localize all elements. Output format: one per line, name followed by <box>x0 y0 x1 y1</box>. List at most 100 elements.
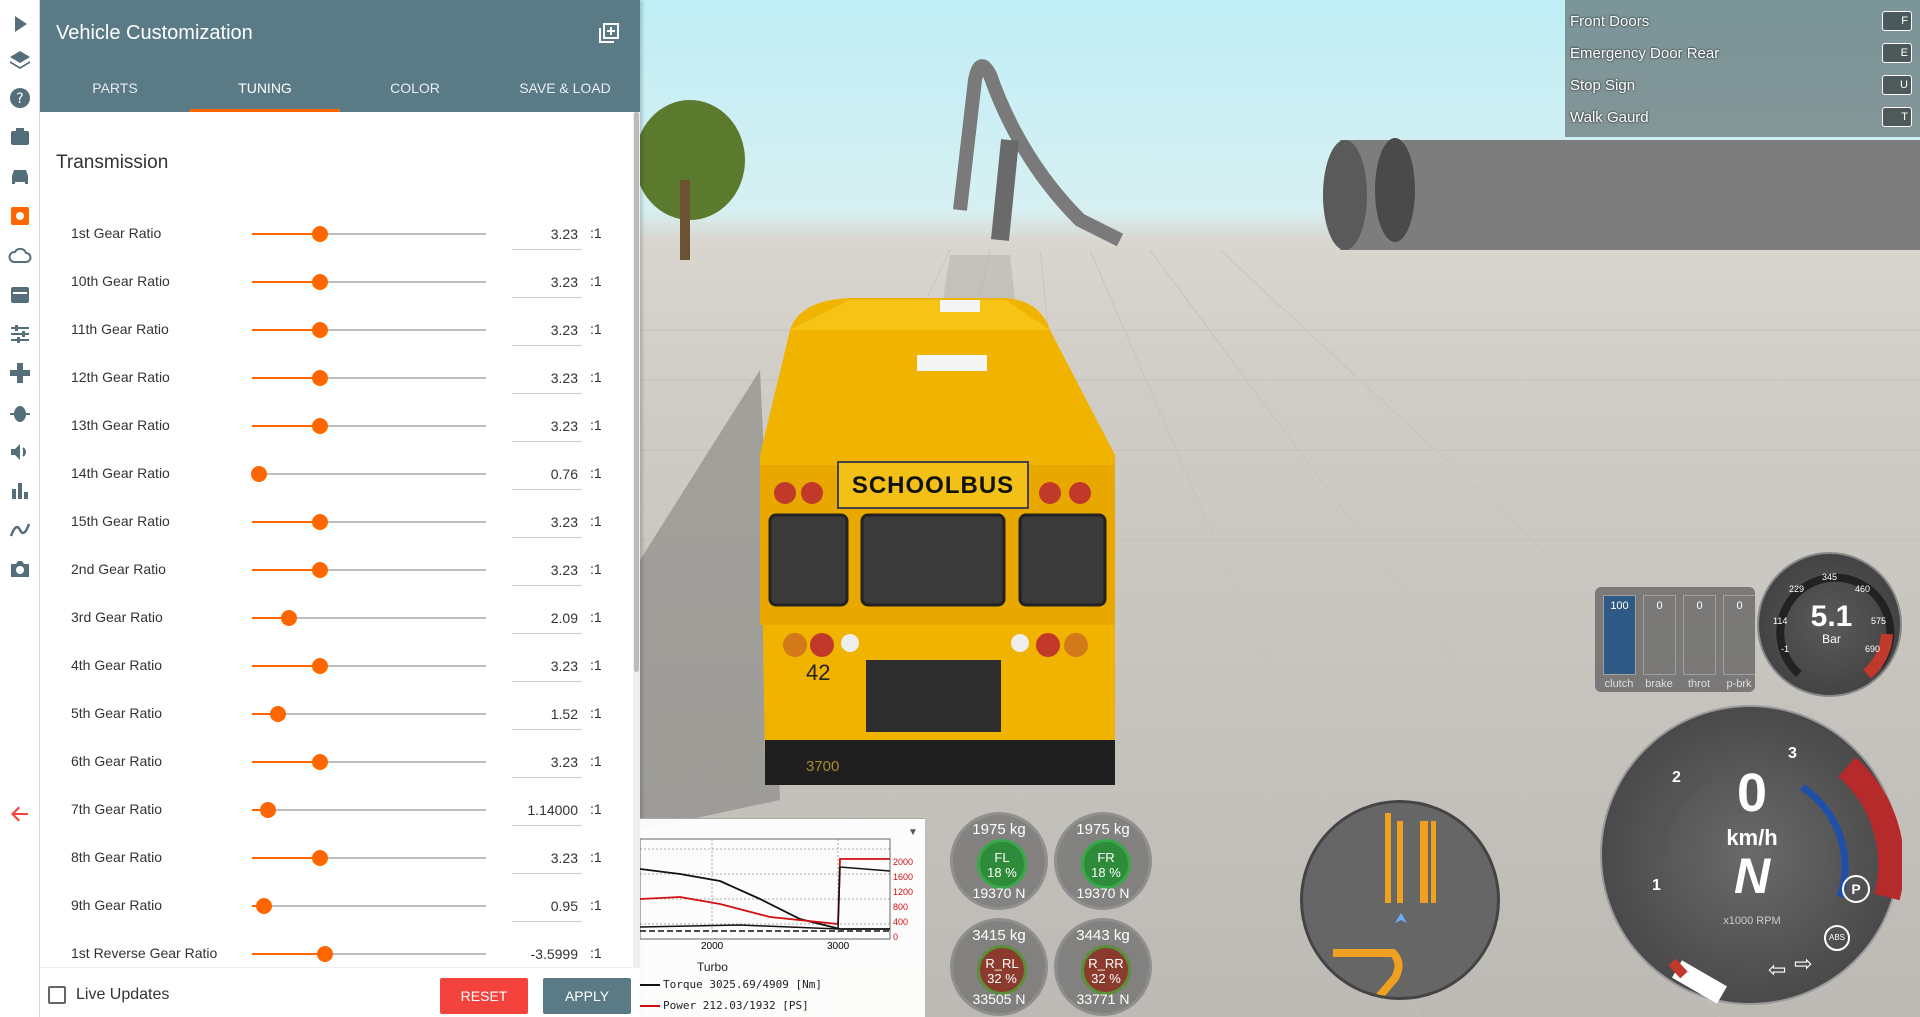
slider-handle[interactable] <box>312 562 328 578</box>
tuning-row-label: 12th Gear Ratio <box>71 369 170 385</box>
slider-handle[interactable] <box>317 946 333 962</box>
tuning-slider[interactable] <box>252 658 486 674</box>
vehicle-actions-list: Front Doors F Emergency Door Rear E Stop… <box>1565 0 1920 137</box>
bus-plate: 3700 <box>806 758 840 775</box>
turbo-tick: 229 <box>1789 584 1805 594</box>
slider-handle[interactable] <box>251 466 267 482</box>
slider-handle[interactable] <box>256 898 272 914</box>
tuning-slider[interactable] <box>252 610 486 626</box>
reset-button[interactable]: RESET <box>440 978 528 1014</box>
action-walk-guard[interactable]: Walk Gaurd <box>1570 109 1649 126</box>
tuning-slider[interactable] <box>252 706 486 722</box>
live-updates-checkbox[interactable] <box>48 986 66 1004</box>
tuning-value-input[interactable]: 3.23 <box>512 746 582 778</box>
pedal-value: 100 <box>1610 600 1629 612</box>
tuning-value-input[interactable]: 0.95 <box>512 890 582 922</box>
tuning-value-input[interactable]: 3.23 <box>512 410 582 442</box>
graph-dropdown-icon[interactable]: ▼ <box>908 827 918 838</box>
tuning-value-input[interactable]: -3.5999 <box>512 938 582 967</box>
slider-handle[interactable] <box>270 706 286 722</box>
action-front-doors[interactable]: Front Doors <box>1570 13 1649 30</box>
wheel-name: FR <box>1097 850 1115 865</box>
tuning-slider[interactable] <box>252 898 486 914</box>
tuning-slider[interactable] <box>252 370 486 386</box>
tuning-row: 7th Gear Ratio 1.14000:1 <box>40 786 633 834</box>
tuning-slider[interactable] <box>252 322 486 338</box>
tuning-slider[interactable] <box>251 466 486 482</box>
tuning-value-input[interactable]: 3.23 <box>512 218 582 250</box>
wheel-load-fr: 1975 kg FR 18 % 19370 N <box>1054 812 1152 910</box>
tuning-value-input[interactable]: 3.23 <box>512 650 582 682</box>
wheel-load-r_rr: 3443 kg R_RR 32 % 33771 N <box>1054 918 1152 1016</box>
rpm-tick: 1 <box>1652 877 1661 894</box>
camera-icon[interactable] <box>0 545 40 593</box>
ratio-unit: :1 <box>590 369 602 385</box>
slider-handle[interactable] <box>312 418 328 434</box>
turbo-tick: 114 <box>1773 616 1788 626</box>
tuning-row-label: 2nd Gear Ratio <box>71 561 166 577</box>
tuning-slider[interactable] <box>252 802 486 818</box>
tuning-value-input[interactable]: 0.76 <box>512 458 582 490</box>
slider-handle[interactable] <box>312 322 328 338</box>
slider-handle[interactable] <box>312 754 328 770</box>
bus-number: 42 <box>806 660 831 685</box>
popout-window-icon[interactable] <box>598 22 620 44</box>
tuning-slider[interactable] <box>252 226 486 242</box>
action-stop-sign[interactable]: Stop Sign <box>1570 77 1635 94</box>
tuning-row-label: 6th Gear Ratio <box>71 753 163 769</box>
tuning-value-input[interactable]: 3.23 <box>512 506 582 538</box>
tuning-slider[interactable] <box>252 946 486 962</box>
y-tick: 800 <box>893 902 909 912</box>
slider-handle[interactable] <box>312 226 328 242</box>
tuning-slider[interactable] <box>252 418 486 434</box>
slider-handle[interactable] <box>312 274 328 290</box>
tuning-slider[interactable] <box>252 562 486 578</box>
pedal-bar-brake: 0 <box>1643 595 1676 675</box>
wheel-name: R_RL <box>985 956 1019 971</box>
tab-color[interactable]: COLOR <box>340 68 490 112</box>
tuning-row-label: 13th Gear Ratio <box>71 417 170 433</box>
pedal-label: clutch <box>1604 678 1634 690</box>
action-emergency-door-rear[interactable]: Emergency Door Rear <box>1570 45 1719 62</box>
tuning-slider[interactable] <box>252 754 486 770</box>
slider-handle[interactable] <box>312 850 328 866</box>
torque-legend-text: Torque 3025.69/4909 [Nm] <box>663 978 822 991</box>
slider-handle[interactable] <box>281 610 297 626</box>
ratio-unit: :1 <box>590 273 602 289</box>
tab-save-load[interactable]: SAVE & LOAD <box>490 68 640 112</box>
pedals-widget: 100 clutch 0 brake 0 throt 0 p-brk <box>1595 587 1756 692</box>
tab-parts[interactable]: PARTS <box>40 68 190 112</box>
tuning-row-label: 14th Gear Ratio <box>71 465 170 481</box>
tuning-value-input[interactable]: 1.14000 <box>512 794 582 826</box>
tuning-value-input[interactable]: 1.52 <box>512 698 582 730</box>
tuning-value-input[interactable]: 3.23 <box>512 362 582 394</box>
ratio-unit: :1 <box>590 657 602 673</box>
slider-handle[interactable] <box>312 514 328 530</box>
slider-handle[interactable] <box>312 370 328 386</box>
ratio-unit: :1 <box>590 801 602 817</box>
slider-handle[interactable] <box>312 658 328 674</box>
wheel-core: FR 18 % <box>1081 839 1131 889</box>
tuning-value-input[interactable]: 3.23 <box>512 266 582 298</box>
tuning-slider[interactable] <box>252 274 486 290</box>
bus-sign: SCHOOLBUS <box>851 472 1015 499</box>
tuning-value-input[interactable]: 3.23 <box>512 554 582 586</box>
wheel-pct: 32 % <box>1091 971 1121 986</box>
tab-tuning[interactable]: TUNING <box>190 68 340 112</box>
slider-handle[interactable] <box>260 802 276 818</box>
panel-scrollbar[interactable] <box>633 112 640 967</box>
back-arrow-icon[interactable] <box>0 790 40 838</box>
turbo-tick: -1 <box>1781 644 1790 654</box>
tuning-slider[interactable] <box>252 514 486 530</box>
tuning-value-input[interactable]: 3.23 <box>512 314 582 346</box>
wheel-load-r_rl: 3415 kg R_RL 32 % 33505 N <box>950 918 1048 1016</box>
panel-title: Vehicle Customization <box>56 22 253 44</box>
tuning-value-input[interactable]: 2.09 <box>512 602 582 634</box>
slider-fill <box>252 329 320 331</box>
rpm-label: x1000 RPM <box>1723 915 1781 927</box>
tuning-value-input[interactable]: 3.23 <box>512 842 582 874</box>
apply-button[interactable]: APPLY <box>543 978 631 1014</box>
scrollbar-thumb[interactable] <box>634 112 639 672</box>
rpm-tick: 2 <box>1672 769 1681 786</box>
tuning-slider[interactable] <box>252 850 486 866</box>
